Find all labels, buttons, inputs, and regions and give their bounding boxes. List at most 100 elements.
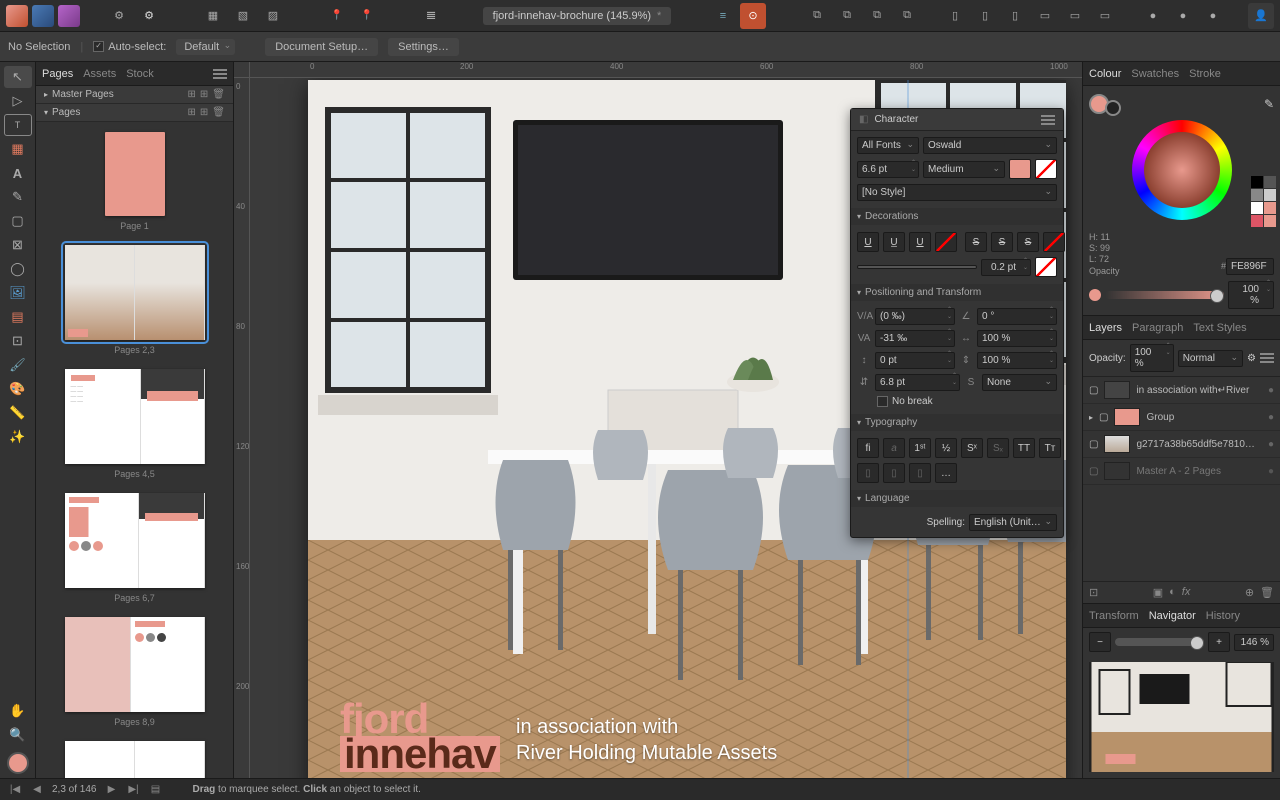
vscale-input[interactable]: 100 % <box>977 352 1057 369</box>
page-thumb-10-11[interactable] <box>36 741 233 778</box>
triple-underline-icon[interactable]: U <box>909 232 931 252</box>
text-style-dropdown[interactable]: [No Style] <box>857 184 1057 201</box>
tab-layers[interactable]: Layers <box>1089 322 1122 334</box>
opacity-slider[interactable] <box>1105 291 1224 299</box>
pin-2-icon[interactable]: 📍 <box>354 3 380 29</box>
ordinals-icon[interactable]: 1ˢᵗ <box>909 438 931 458</box>
tab-swatches[interactable]: Swatches <box>1131 68 1179 80</box>
next-page-button[interactable]: ▶ <box>104 783 118 797</box>
arrange-4-icon[interactable]: ⧉ <box>894 3 920 29</box>
font-family-dropdown[interactable]: Oswald <box>923 137 1057 154</box>
typo-more-icon[interactable]: … <box>935 463 957 483</box>
tab-navigator[interactable]: Navigator <box>1149 610 1196 622</box>
layer-dot-icon[interactable]: ● <box>1268 385 1274 396</box>
smallcaps-icon[interactable]: Tᴛ <box>1039 438 1061 458</box>
ligatures-icon[interactable]: fi <box>857 438 879 458</box>
tab-text-styles[interactable]: Text Styles <box>1193 322 1246 334</box>
first-page-button[interactable]: |◀ <box>8 783 22 797</box>
pan-tool[interactable]: ✋ <box>4 700 32 722</box>
layers-list[interactable]: ▢ in association with↵River ● ▸ ▢ Group … <box>1083 377 1280 581</box>
align-5-icon[interactable]: ▭ <box>1062 3 1088 29</box>
opacity-input[interactable]: 100 % <box>1228 281 1274 309</box>
underline-icon[interactable]: U <box>857 232 879 252</box>
ruler-origin[interactable] <box>234 62 250 78</box>
eyedropper-icon[interactable]: ✎ <box>1264 97 1274 111</box>
app-icon-photo[interactable] <box>58 5 80 27</box>
colour-wheel[interactable] <box>1132 120 1232 220</box>
double-underline-icon[interactable]: U̲ <box>883 232 905 252</box>
page-thumb-1[interactable]: Page 1 <box>36 132 233 231</box>
account-icon[interactable]: 👤 <box>1248 3 1274 29</box>
fill-swatch[interactable] <box>4 748 32 778</box>
preferences-icon[interactable]: ⚙ <box>136 3 162 29</box>
typo-3-icon[interactable]: ▯ <box>909 463 931 483</box>
brush-tool[interactable]: 🖌 <box>4 354 32 376</box>
expand-icon[interactable]: ▸ <box>1089 413 1093 422</box>
stock-tool[interactable]: ▤ <box>4 306 32 328</box>
strike-2-icon[interactable]: S <box>991 232 1013 252</box>
align-2-icon[interactable]: ▯ <box>972 3 998 29</box>
arrange-3-icon[interactable]: ⧉ <box>864 3 890 29</box>
layer-mask-icon[interactable]: ▣ <box>1153 586 1163 599</box>
layer-dot-icon[interactable]: ● <box>1268 439 1274 450</box>
cloud-1-icon[interactable]: ● <box>1140 3 1166 29</box>
ruler-vertical[interactable]: 0 40 80 120 160 200 <box>234 62 250 778</box>
delete-layer-icon[interactable]: 🗑 <box>1260 586 1274 599</box>
layer-dot-icon[interactable]: ● <box>1268 466 1274 477</box>
layer-menu-icon[interactable] <box>1260 353 1274 363</box>
allcaps-icon[interactable]: TT <box>1013 438 1035 458</box>
language-section[interactable]: ▾Language <box>851 490 1063 507</box>
frame-text-tool[interactable]: T <box>4 114 32 136</box>
tab-stroke[interactable]: Stroke <box>1189 68 1221 80</box>
app-icon-publisher[interactable] <box>6 5 28 27</box>
no-underline-icon[interactable] <box>935 232 957 252</box>
font-size-input[interactable]: 6.6 pt <box>857 161 919 178</box>
crop-tool[interactable]: ⊡ <box>4 330 32 352</box>
snap-icon[interactable]: ⊙ <box>740 3 766 29</box>
character-panel-dock-icon[interactable]: ◧ <box>859 114 868 125</box>
pen-tool[interactable]: ✎ <box>4 186 32 208</box>
strike-3-icon[interactable]: S <box>1017 232 1039 252</box>
place-image-tool[interactable]: 🖼 <box>4 282 32 304</box>
layer-row[interactable]: ▸ ▢ Group ● <box>1083 404 1280 431</box>
auto-select-dropdown[interactable]: Default <box>176 39 235 55</box>
node-tool[interactable]: ▷ <box>4 90 32 112</box>
strike-1-icon[interactable]: S <box>965 232 987 252</box>
no-deco-colour-icon[interactable] <box>1035 257 1057 277</box>
layer-adjust-icon[interactable]: ◐ <box>1169 586 1176 599</box>
ruler-horizontal[interactable]: 0 200 400 600 800 1000 <box>250 62 1082 78</box>
layer-row[interactable]: ▢ g2717a38b65ddf5e7810… ● <box>1083 431 1280 458</box>
text-wrap-2-icon[interactable]: ▧ <box>230 3 256 29</box>
stroke-well[interactable] <box>1105 100 1121 116</box>
deco-slider[interactable] <box>857 265 977 269</box>
picture-frame-tool[interactable]: ⊠ <box>4 234 32 256</box>
layer-lock-icon[interactable]: ⊡ <box>1089 586 1098 599</box>
subscript-icon[interactable]: Sₓ <box>987 438 1009 458</box>
cloud-3-icon[interactable]: ● <box>1200 3 1226 29</box>
arrange-1-icon[interactable]: ⧉ <box>804 3 830 29</box>
font-weight-dropdown[interactable]: Medium <box>923 161 1005 178</box>
page-thumb-2-3[interactable]: Pages 2,3 <box>36 245 233 355</box>
gear-icon[interactable]: ⚙ <box>106 3 132 29</box>
page-thumb-8-9[interactable]: Pages 8,9 <box>36 617 233 727</box>
zoom-tool[interactable]: 🔍 <box>4 724 32 746</box>
cloud-2-icon[interactable]: ● <box>1170 3 1196 29</box>
tracking-input[interactable]: -31 ‰ <box>875 330 955 347</box>
arrange-2-icon[interactable]: ⧉ <box>834 3 860 29</box>
scale-basis-dropdown[interactable]: None <box>982 374 1057 391</box>
layer-opacity-input[interactable]: 100 % <box>1130 344 1174 372</box>
visibility-toggle-icon[interactable]: ▢ <box>1089 466 1098 477</box>
no-strike-icon[interactable] <box>1043 232 1065 252</box>
typo-1-icon[interactable]: ▯ <box>857 463 879 483</box>
tab-pages[interactable]: Pages <box>42 68 73 80</box>
character-panel-menu-icon[interactable] <box>1041 115 1055 125</box>
visibility-toggle-icon[interactable]: ▢ <box>1089 385 1098 396</box>
kerning-input[interactable]: (0 ‰) <box>875 308 955 325</box>
shear-input[interactable]: 0 ° <box>977 308 1057 325</box>
table-tool[interactable]: ▦ <box>4 138 32 160</box>
visibility-toggle-icon[interactable]: ▢ <box>1089 439 1098 450</box>
auto-select-checkbox[interactable]: Auto-select: <box>93 41 166 53</box>
typography-section[interactable]: ▾Typography <box>851 414 1063 431</box>
tab-transform[interactable]: Transform <box>1089 610 1139 622</box>
pages-list[interactable]: Page 1 Pages 2,3 ── ──── ──── ──── ── Pa… <box>36 122 233 778</box>
